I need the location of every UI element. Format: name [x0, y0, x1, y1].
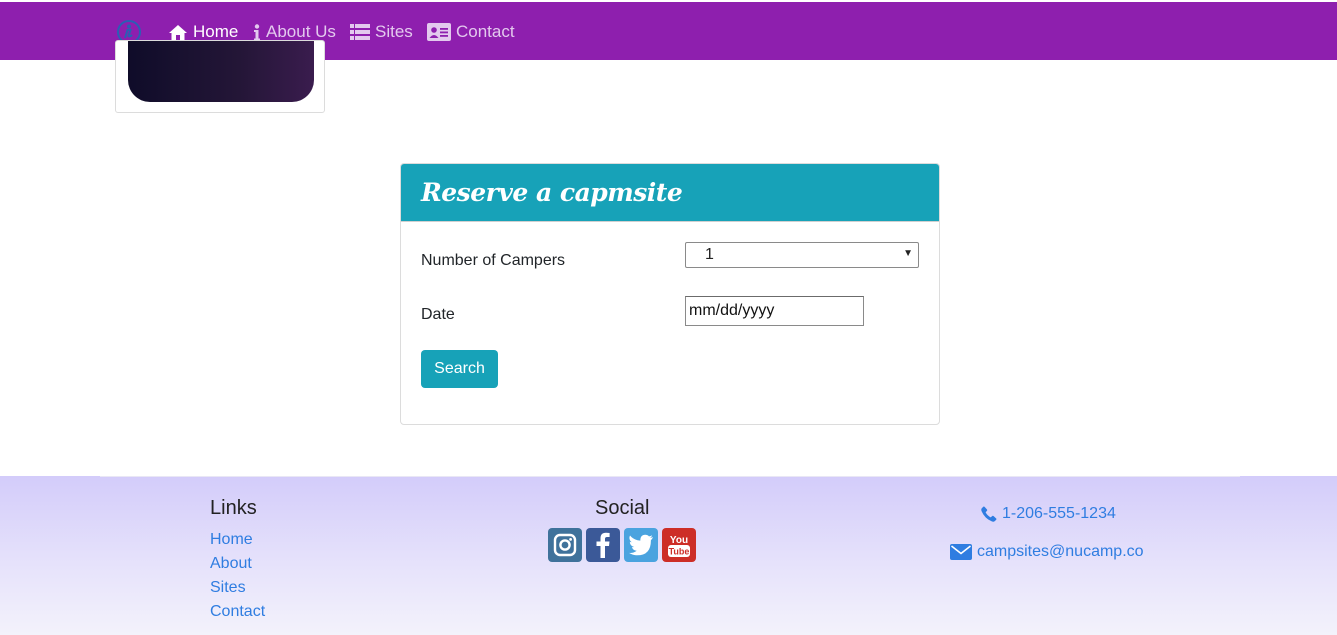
nav-contact[interactable]: Contact	[427, 20, 515, 44]
twitter-icon[interactable]	[624, 528, 658, 562]
footer-link-contact[interactable]: Contact	[210, 603, 265, 621]
address-card-icon	[427, 23, 451, 41]
nav-sites[interactable]: Sites	[350, 20, 413, 44]
facebook-icon[interactable]	[586, 528, 620, 562]
footer-social-heading: Social	[595, 497, 650, 519]
campers-label: Number of Campers	[421, 252, 566, 269]
date-input[interactable]: mm/dd/yyyy	[685, 296, 864, 326]
site-logo-frame	[115, 40, 325, 113]
reservation-card: Reserve a capmsite Number of Campers 1 ▼…	[400, 163, 940, 425]
nav-sites-label: Sites	[375, 22, 413, 41]
info-icon	[254, 23, 260, 40]
envelope-icon	[950, 544, 972, 560]
svg-text:Tube: Tube	[669, 547, 690, 557]
reservation-title: Reserve a capmsite	[421, 178, 683, 207]
svg-text:You: You	[670, 535, 688, 546]
nav-home-label: Home	[193, 22, 239, 41]
search-button-label: Search	[434, 360, 485, 377]
footer-link-sites[interactable]: Sites	[210, 579, 246, 597]
list-icon	[350, 24, 370, 40]
campers-select[interactable]: 1 ▼	[685, 242, 919, 268]
footer-link-home[interactable]: Home	[210, 531, 253, 549]
date-input-placeholder: mm/dd/yyyy	[689, 302, 775, 319]
instagram-icon[interactable]	[548, 528, 582, 562]
footer-divider	[100, 476, 1240, 477]
footer-link-about[interactable]: About	[210, 555, 252, 573]
search-button[interactable]: Search	[421, 350, 498, 388]
nav-about-label: About Us	[266, 22, 336, 41]
home-icon	[169, 24, 187, 40]
footer-phone-text: 1-206-555-1234	[1002, 505, 1116, 522]
footer-email[interactable]: campsites@nucamp.co	[950, 543, 1144, 561]
youtube-icon[interactable]: You Tube	[662, 528, 696, 562]
footer-phone[interactable]: 1-206-555-1234	[981, 505, 1116, 523]
footer-email-text: campsites@nucamp.co	[977, 543, 1144, 560]
phone-icon	[981, 506, 997, 522]
nav-contact-label: Contact	[456, 22, 515, 41]
date-label: Date	[421, 306, 455, 323]
site-logo-image	[128, 41, 314, 102]
footer-links-heading: Links	[210, 497, 257, 519]
chevron-down-icon: ▼	[903, 248, 913, 259]
reservation-card-header: Reserve a capmsite	[401, 164, 939, 222]
campers-select-value: 1	[705, 246, 714, 263]
